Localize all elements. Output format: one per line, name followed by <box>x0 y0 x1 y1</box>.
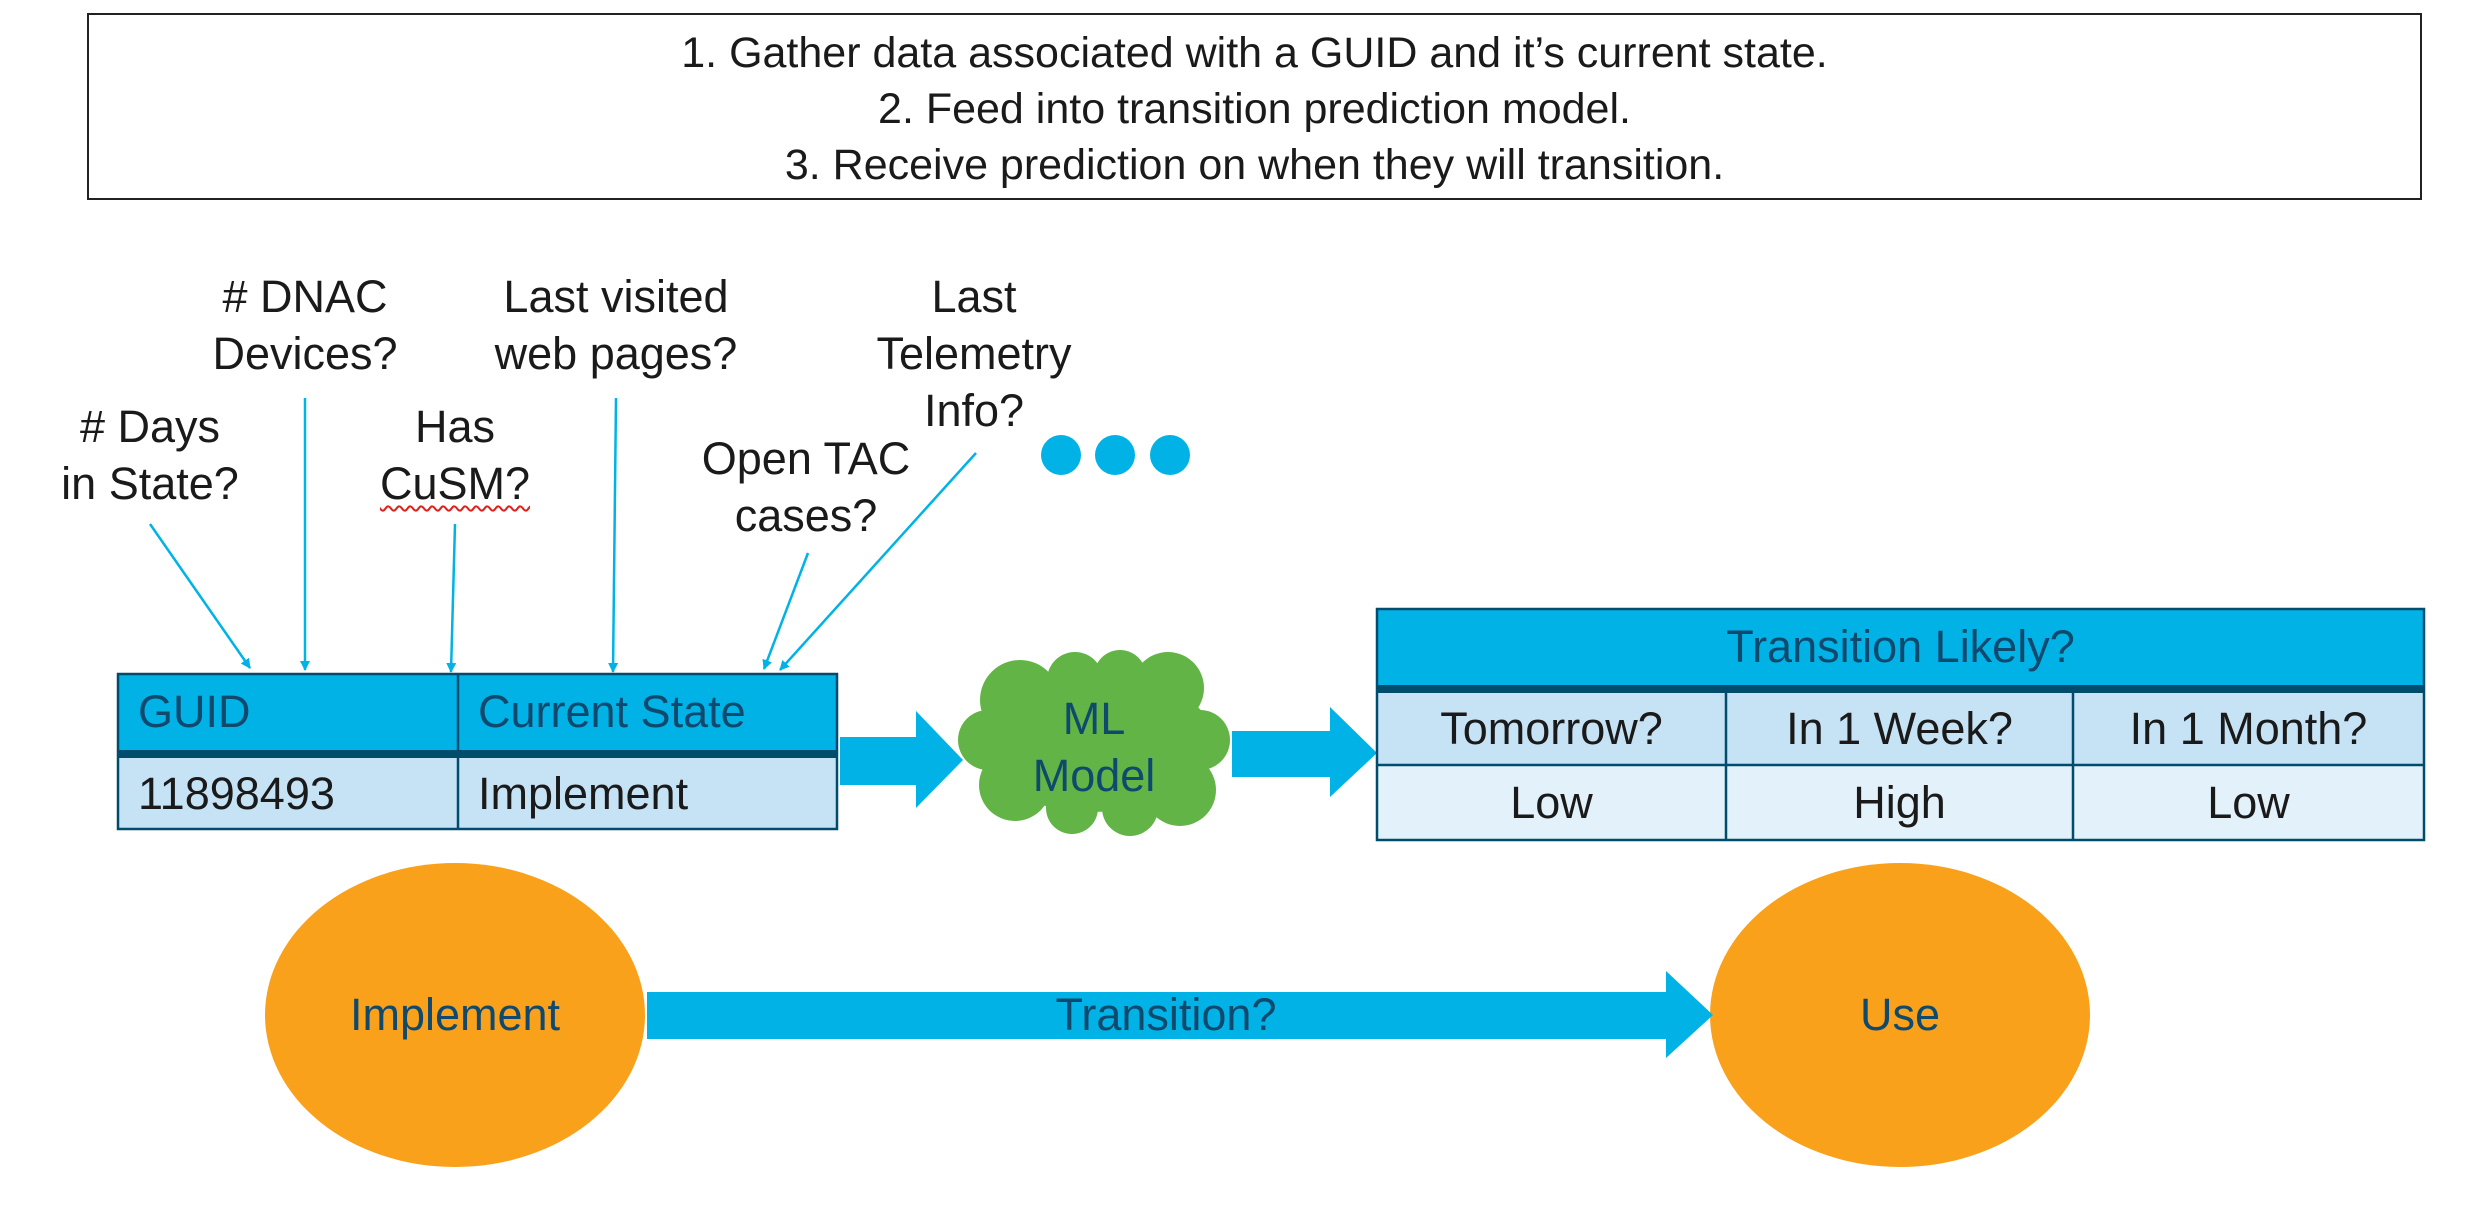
feature-line: Devices? <box>212 328 398 379</box>
output-header-tomorrow: Tomorrow? <box>1440 703 1663 754</box>
feature-line: cases? <box>734 490 878 541</box>
output-title: Transition Likely? <box>1726 621 2075 672</box>
feature-line: # DNAC <box>222 271 388 322</box>
model-line: ML <box>1062 693 1126 744</box>
diagram-canvas: 1. Gather data associated with a GUID an… <box>0 0 2476 1224</box>
feature-has-cusm: Has CuSM? <box>380 398 530 512</box>
feature-line: Last <box>931 271 1017 322</box>
step-2: 2. Feed into transition prediction model… <box>878 85 1631 133</box>
state-implement-label: Implement <box>349 989 561 1040</box>
feature-days-in-state: # Days in State? <box>61 398 239 512</box>
feature-dnac-devices: # DNAC Devices? <box>212 268 397 382</box>
steps-box: 1. Gather data associated with a GUID an… <box>87 13 2422 200</box>
input-header-current-state: Current State <box>478 686 746 737</box>
output-cell-tomorrow: Low <box>1510 776 1593 828</box>
transition-label: Transition? <box>1055 989 1277 1040</box>
feature-line: Telemetry <box>876 328 1072 379</box>
output-header-week: In 1 Week? <box>1786 703 2013 754</box>
ml-model-label: ML Model <box>1033 690 1156 804</box>
state-use-label: Use <box>1859 989 1941 1040</box>
arrow-web-to-table <box>608 397 619 673</box>
input-cell-guid: 11898493 <box>138 767 335 819</box>
feature-tac-cases: Open TAC cases? <box>702 430 910 544</box>
feature-web-pages: Last visited web pages? <box>495 268 738 382</box>
feature-telemetry: Last Telemetry Info? <box>876 268 1071 439</box>
feature-line: # Days <box>79 401 221 452</box>
feature-line: in State? <box>61 458 239 509</box>
step-3: 3. Receive prediction on when they will … <box>784 141 1725 189</box>
input-header-guid: GUID <box>138 686 251 737</box>
step-1: 1. Gather data associated with a GUID an… <box>681 29 1828 77</box>
input-cell-state: Implement <box>478 767 689 819</box>
feature-line: Last visited <box>503 271 729 322</box>
feature-line: Open TAC <box>701 433 911 484</box>
arrow-model-to-output <box>1232 707 1377 797</box>
ellipsis-dots-icon <box>1041 435 1190 475</box>
feature-line: web pages? <box>494 328 738 379</box>
arrow-table-to-model <box>840 711 963 808</box>
output-cell-month: Low <box>2207 776 2290 828</box>
model-line: Model <box>1032 750 1156 801</box>
arrow-cusm-to-table <box>446 523 457 673</box>
output-header-month: In 1 Month? <box>2129 703 2368 754</box>
feature-line: Has <box>414 401 496 452</box>
arrow-days-to-table <box>148 523 252 669</box>
feature-line: CuSM? <box>379 458 531 509</box>
arrow-tac-to-table <box>762 552 810 670</box>
output-cell-week: High <box>1853 776 1946 828</box>
